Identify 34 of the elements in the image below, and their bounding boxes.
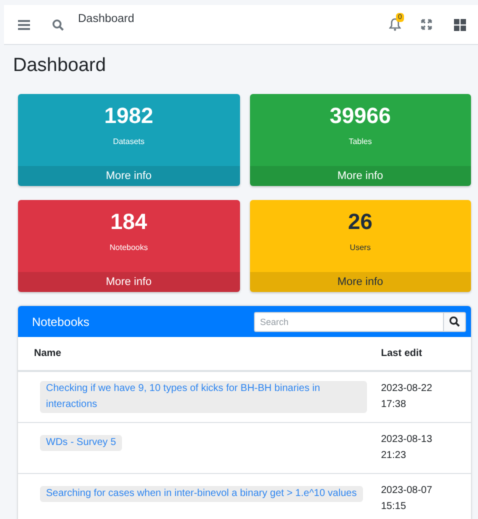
- fullscreen-icon[interactable]: [421, 19, 432, 30]
- stat-value: 39966: [330, 103, 391, 129]
- notebook-link[interactable]: WDs - Survey 5: [40, 435, 122, 451]
- notebook-link[interactable]: Searching for cases when in inter-binevol a binary get > 1.e^10 values: [40, 486, 363, 502]
- search-field[interactable]: Search: [254, 312, 444, 332]
- bell-icon[interactable]: [389, 18, 401, 31]
- edit-time: 21:23: [381, 449, 408, 463]
- nav-title[interactable]: Dashboard: [78, 13, 134, 25]
- more-info-link[interactable]: More info: [250, 166, 471, 186]
- grid-icon[interactable]: [454, 18, 466, 30]
- search-icon[interactable]: [52, 18, 64, 30]
- search-icon: [449, 316, 460, 327]
- stat-value: 1982: [104, 103, 154, 129]
- edit-time: 15:15: [381, 500, 408, 514]
- card-title: Notebooks: [32, 314, 90, 328]
- menu-icon[interactable]: [18, 20, 30, 30]
- page-title: Dashboard: [13, 55, 107, 77]
- stat-value: 26: [348, 209, 372, 235]
- stat-label: Users: [350, 243, 371, 252]
- edit-date: 2023-08-22: [381, 382, 434, 396]
- edit-date: 2023-08-07: [381, 484, 434, 498]
- edit-date: 2023-08-13: [381, 433, 434, 447]
- more-info-link[interactable]: More info: [250, 272, 471, 292]
- more-info-link[interactable]: More info: [18, 166, 240, 186]
- edit-time: 17:38: [381, 398, 408, 412]
- stat-label: Tables: [348, 137, 372, 146]
- stat-value: 184: [110, 209, 148, 235]
- column-header: Last edit: [381, 348, 424, 359]
- stat-label: Datasets: [112, 137, 145, 146]
- search-button[interactable]: [444, 312, 466, 332]
- more-info-link[interactable]: More info: [18, 272, 240, 292]
- notebook-link[interactable]: Checking if we have 9, 10 types of kicks for BH-BH binaries in interactions: [40, 381, 367, 413]
- column-header: Name: [34, 348, 62, 359]
- stat-label: Notebooks: [110, 243, 148, 252]
